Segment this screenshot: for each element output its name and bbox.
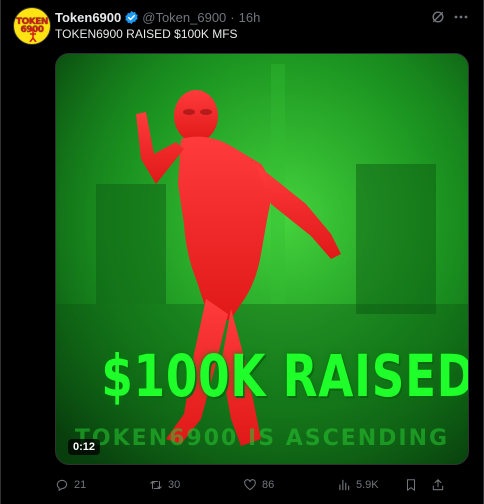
display-name[interactable]: Token6900	[55, 10, 121, 25]
view-count: 5.9K	[356, 479, 379, 491]
tweet-actions: 21 30 86 5.9K	[55, 475, 469, 495]
bookmark-button[interactable]	[404, 475, 423, 495]
bookmark-icon	[406, 479, 416, 491]
like-button[interactable]: 86	[243, 475, 274, 495]
share-button[interactable]	[431, 475, 450, 495]
video-timestamp: 0:12	[68, 439, 101, 455]
share-icon	[432, 479, 444, 491]
tweet-header: Token6900 @Token_6900 · 16h	[55, 8, 260, 26]
retweet-icon	[150, 480, 162, 490]
separator-dot: ·	[230, 9, 235, 25]
tweet-text: TOKEN6900 RAISED $100K MFS	[55, 27, 238, 41]
like-icon	[244, 479, 256, 491]
verified-badge-icon	[125, 10, 138, 24]
reply-count: 21	[74, 479, 87, 491]
views-icon	[339, 479, 350, 491]
reply-button[interactable]: 21	[55, 475, 86, 495]
tweet-card[interactable]: TOKEN 6900 Token6900 @Token_6900 · 16h T…	[0, 0, 484, 504]
avatar-figure-icon	[29, 28, 37, 42]
retweet-count: 30	[168, 479, 181, 491]
video-subline-text: TOKEN6900 IS ASCENDING	[74, 426, 450, 451]
tweet-time[interactable]: 16h	[239, 10, 261, 25]
grok-icon[interactable]	[431, 10, 445, 24]
like-count: 86	[262, 479, 275, 491]
reply-icon	[56, 479, 68, 491]
more-icon[interactable]	[453, 9, 469, 25]
video-player[interactable]: $100K RAISED TOKEN6900 IS ASCENDING 0:12	[55, 53, 469, 465]
avatar[interactable]: TOKEN 6900	[13, 7, 51, 45]
views-button[interactable]: 5.9K	[337, 475, 379, 495]
handle[interactable]: @Token_6900	[142, 10, 226, 25]
retweet-button[interactable]: 30	[149, 475, 180, 495]
video-headline-text: $100K RAISED	[101, 342, 469, 410]
